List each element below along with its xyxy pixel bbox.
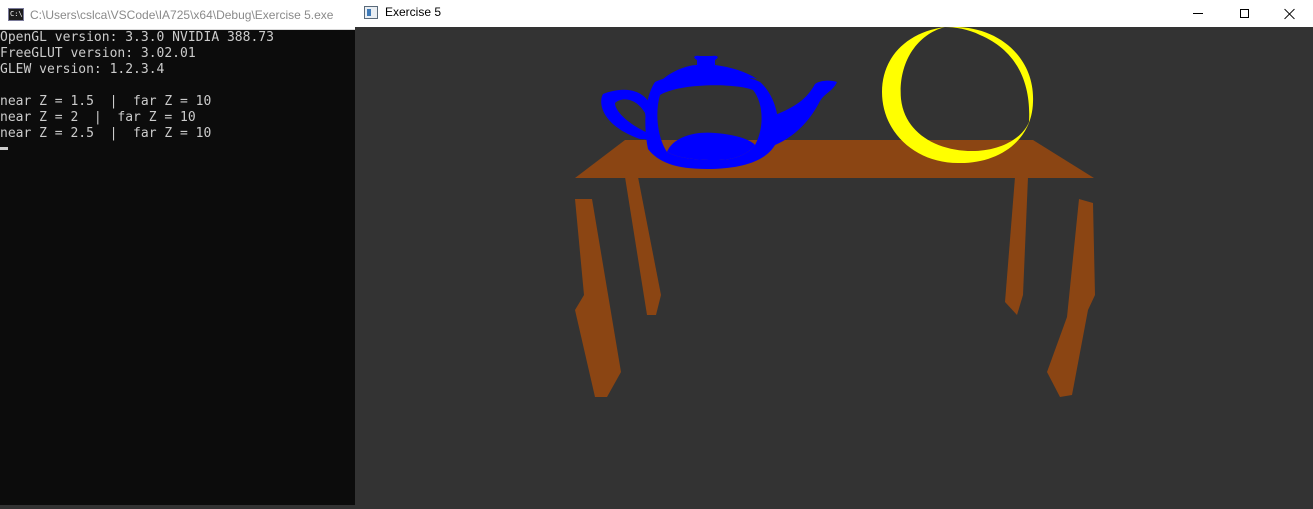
gl-window-title: Exercise 5 bbox=[385, 5, 442, 19]
window-app-icon bbox=[364, 6, 378, 19]
console-cursor bbox=[0, 147, 8, 150]
gl-titlebar[interactable]: Exercise 5 bbox=[355, 0, 1313, 27]
console-window[interactable]: C:\Users\cslca\VSCode\IA725\x64\Debug\Ex… bbox=[0, 0, 355, 505]
console-title: C:\Users\cslca\VSCode\IA725\x64\Debug\Ex… bbox=[30, 8, 334, 22]
console-line: near Z = 2.5 | far Z = 10 bbox=[0, 126, 212, 141]
console-line: OpenGL version: 3.3.0 NVIDIA 388.73 bbox=[0, 30, 274, 45]
maximize-button[interactable] bbox=[1221, 0, 1267, 27]
scene-svg bbox=[355, 27, 1313, 505]
console-line: near Z = 1.5 | far Z = 10 bbox=[0, 94, 212, 109]
console-line: FreeGLUT version: 3.02.01 bbox=[0, 46, 196, 61]
minimize-icon bbox=[1193, 13, 1203, 14]
console-titlebar[interactable]: C:\Users\cslca\VSCode\IA725\x64\Debug\Ex… bbox=[0, 0, 355, 30]
console-line: near Z = 2 | far Z = 10 bbox=[0, 110, 196, 125]
gl-canvas[interactable] bbox=[355, 27, 1313, 505]
console-line: GLEW version: 1.2.3.4 bbox=[0, 62, 165, 77]
close-icon bbox=[1284, 8, 1296, 20]
gl-window[interactable]: Exercise 5 bbox=[355, 0, 1313, 505]
close-button[interactable] bbox=[1267, 0, 1313, 27]
console-app-icon bbox=[8, 8, 24, 21]
console-output: OpenGL version: 3.3.0 NVIDIA 388.73 Free… bbox=[0, 30, 355, 505]
minimize-button[interactable] bbox=[1175, 0, 1221, 27]
maximize-icon bbox=[1239, 9, 1249, 18]
scene-background bbox=[355, 27, 1313, 505]
